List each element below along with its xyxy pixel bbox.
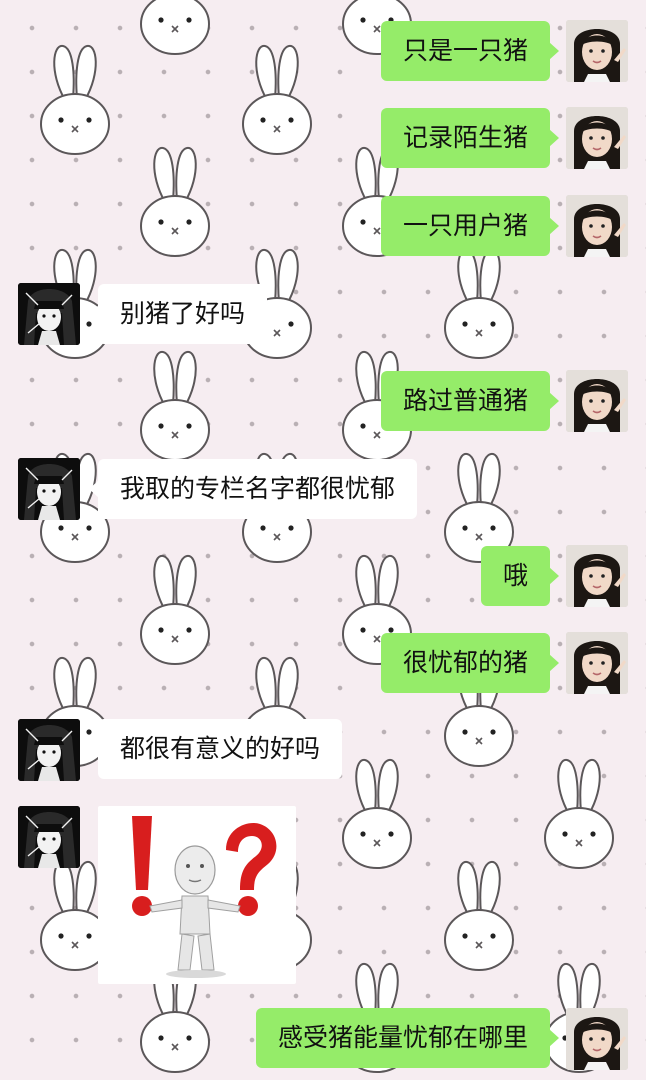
friend-avatar[interactable] <box>18 283 80 345</box>
friend-avatar[interactable] <box>18 806 80 868</box>
my-avatar[interactable] <box>566 632 628 694</box>
exclamation-question-sticker-icon <box>132 816 277 978</box>
sticker-message[interactable] <box>98 806 296 984</box>
my-message-bubble[interactable]: 一只用户猪 <box>380 196 560 256</box>
my-avatar[interactable] <box>566 370 628 432</box>
friend-avatar[interactable] <box>18 719 80 781</box>
my-message-bubble[interactable]: 路过普通猪 <box>380 371 560 431</box>
chat-area: 只是一只猪 记录陌生猪 一只用户猪 别猪了好吗 路过普通猪 我取的专栏名字都很忧… <box>0 0 646 1080</box>
my-avatar[interactable] <box>566 20 628 82</box>
my-message-bubble[interactable]: 只是一只猪 <box>380 21 560 81</box>
my-message-bubble[interactable]: 哦 <box>480 546 560 606</box>
my-message-bubble[interactable]: 记录陌生猪 <box>380 108 560 168</box>
my-avatar[interactable] <box>566 107 628 169</box>
my-avatar[interactable] <box>566 545 628 607</box>
friend-message-bubble[interactable]: 都很有意义的好吗 <box>88 719 343 779</box>
friend-message-bubble[interactable]: 别猪了好吗 <box>88 284 268 344</box>
friend-message-bubble[interactable]: 我取的专栏名字都很忧郁 <box>88 459 418 519</box>
my-message-bubble[interactable]: 很忧郁的猪 <box>380 633 560 693</box>
my-message-bubble[interactable]: 感受猪能量忧郁在哪里 <box>255 1008 560 1068</box>
friend-avatar[interactable] <box>18 458 80 520</box>
my-avatar[interactable] <box>566 1008 628 1070</box>
my-avatar[interactable] <box>566 195 628 257</box>
